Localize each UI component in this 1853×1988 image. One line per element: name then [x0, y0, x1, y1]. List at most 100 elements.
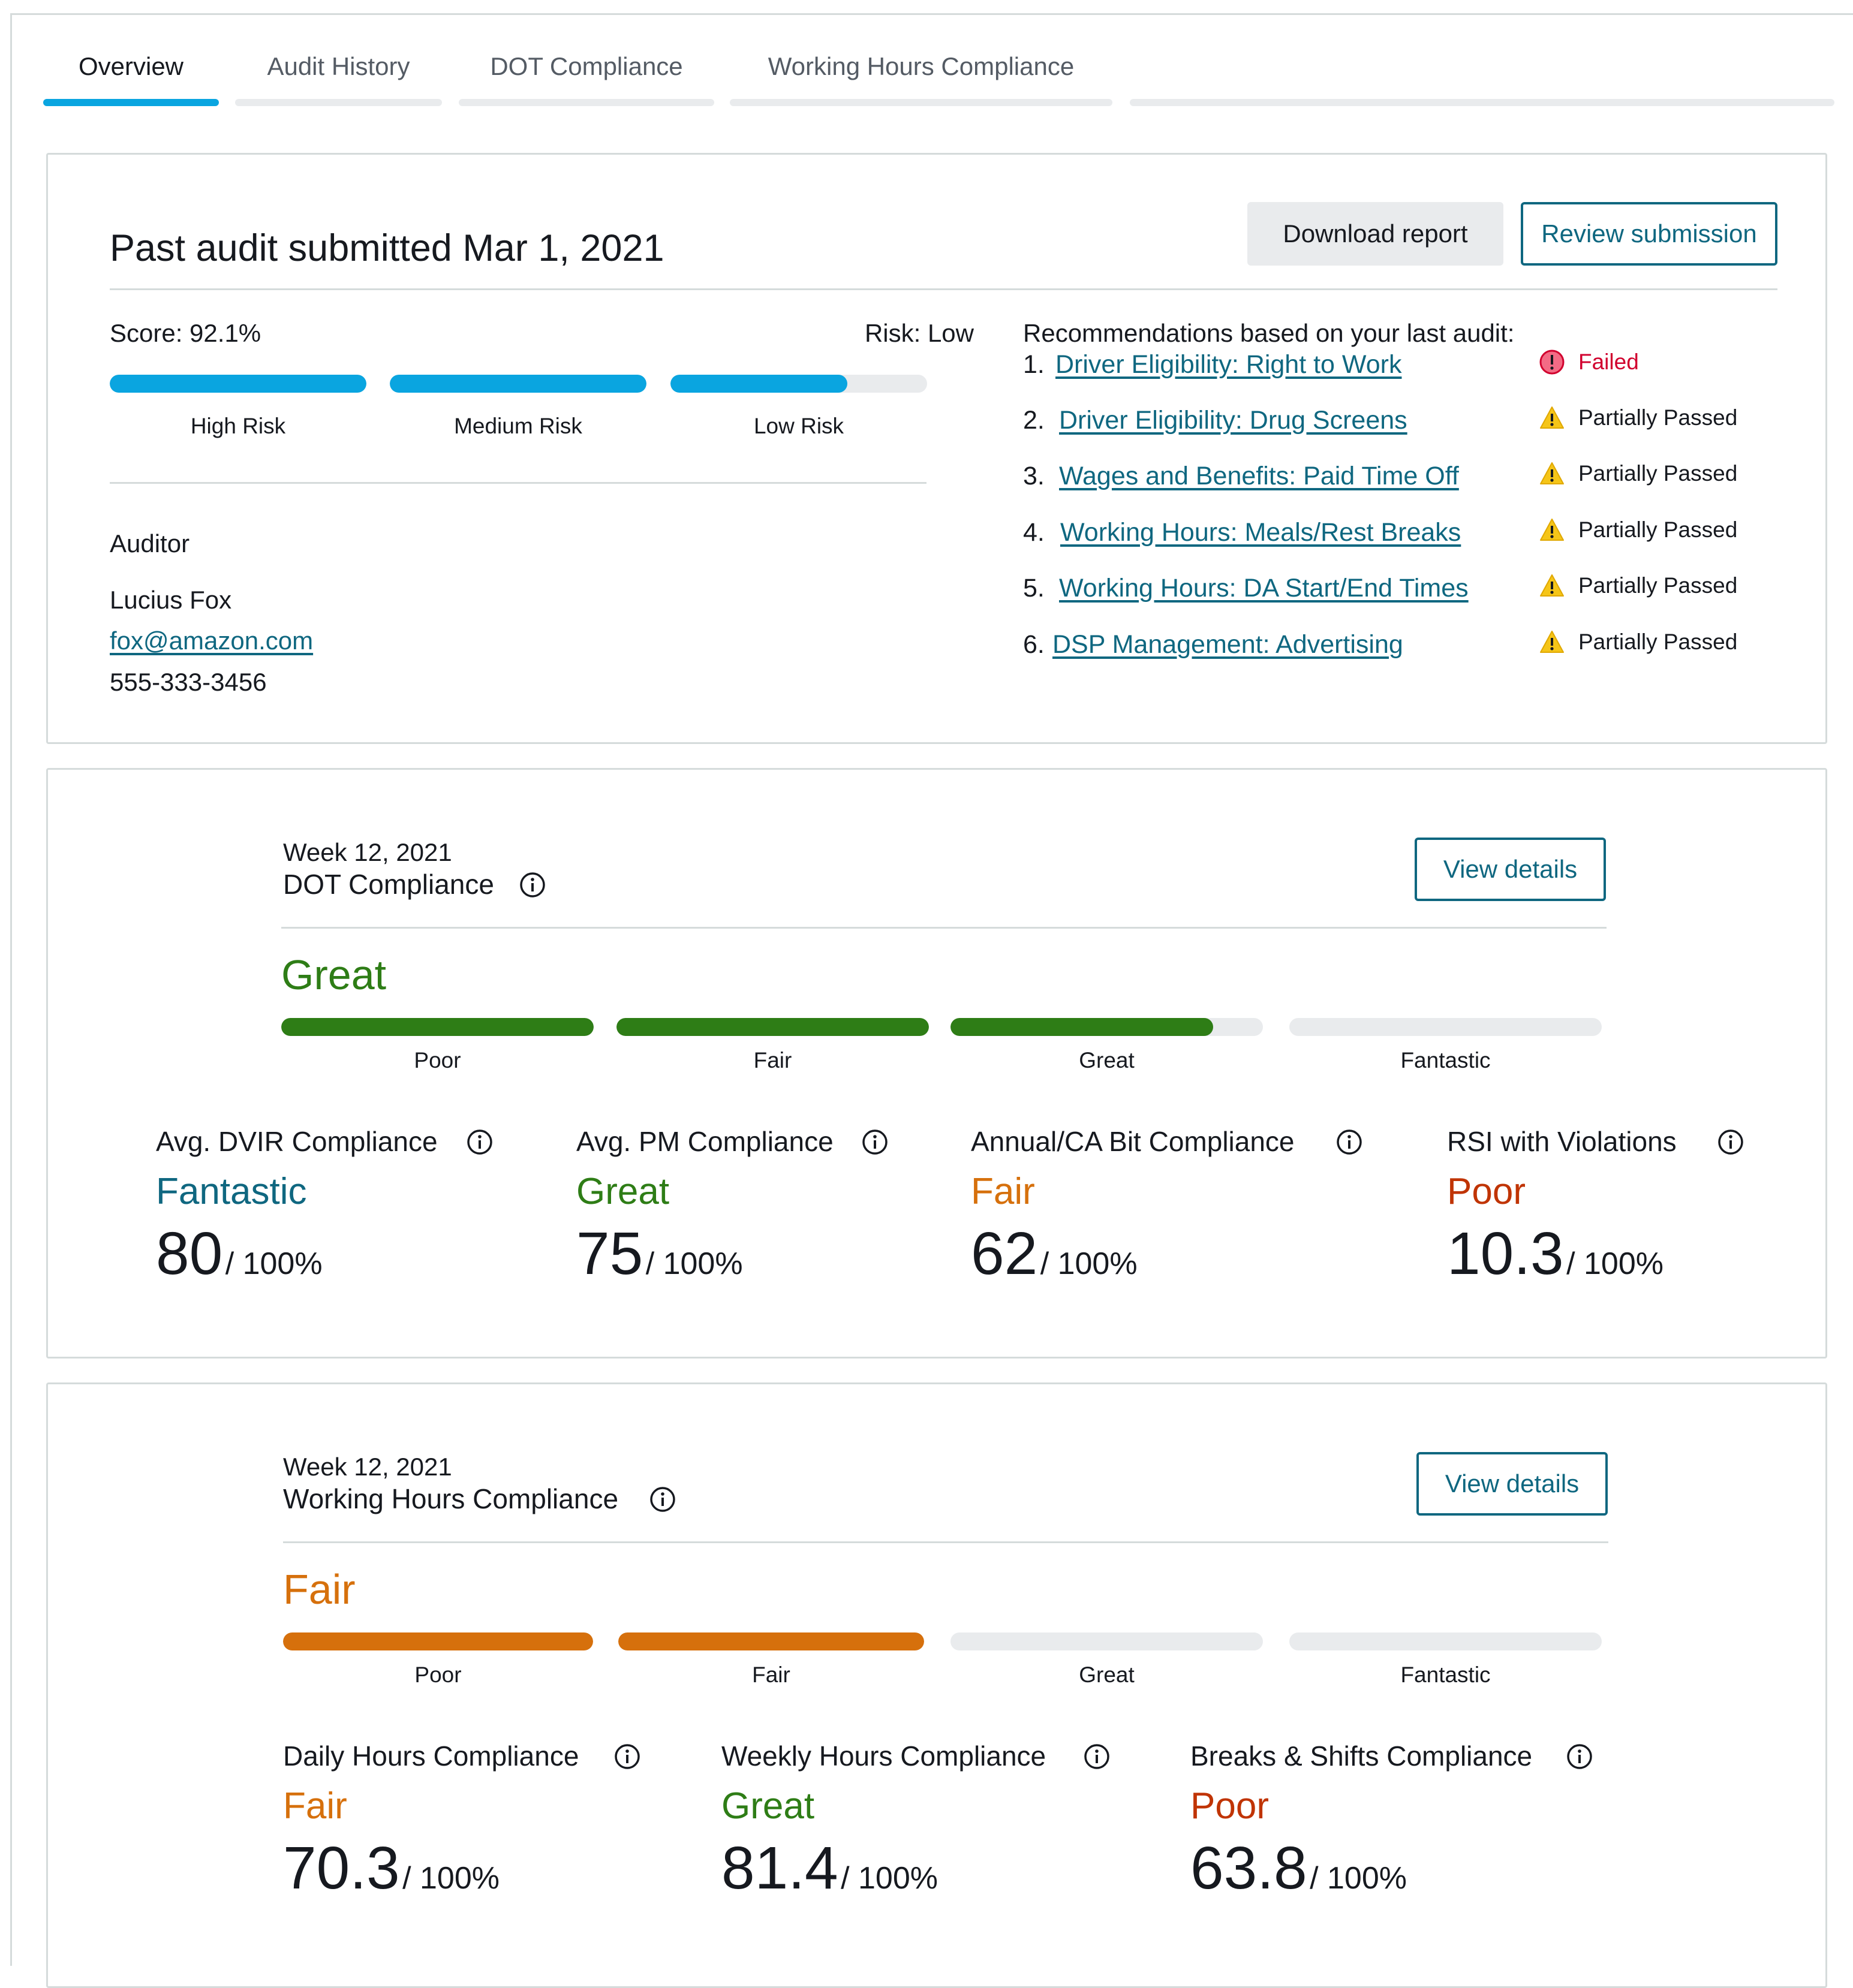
working-hours-card: Week 12, 2021 Working Hours Compliance V…: [46, 1382, 1827, 1988]
recommendation-number: 5.: [1023, 574, 1045, 603]
dot-tier-label-great: Great: [1079, 1048, 1135, 1073]
dot-tier-bar-poor-fill: [281, 1018, 594, 1036]
hours-view-details-button[interactable]: View details: [1416, 1452, 1608, 1516]
auditor-email[interactable]: fox@amazon.com: [110, 626, 313, 655]
metric-value-suffix: / 100%: [1310, 1861, 1407, 1896]
hours-tier-bar-poor-fill: [283, 1632, 593, 1650]
recommendation-link[interactable]: Driver Eligibility: Right to Work: [1055, 350, 1401, 379]
metric-value-number: 81.4: [721, 1835, 838, 1902]
tab-working-hours-compliance[interactable]: Working Hours Compliance: [730, 15, 1112, 120]
recommendations-heading: Recommendations based on your last audit…: [1023, 319, 1515, 347]
tab-audit-history[interactable]: Audit History: [235, 15, 442, 120]
hours-tier-label-poor: Poor: [414, 1662, 462, 1687]
recommendation-link[interactable]: Wages and Benefits: Paid Time Off: [1059, 462, 1459, 491]
hours-tier-bar-fair-fill: [618, 1632, 924, 1650]
hours-metric-title: Breaks & Shifts Compliance: [1190, 1740, 1533, 1772]
info-icon[interactable]: [467, 1129, 493, 1155]
info-icon[interactable]: [862, 1129, 888, 1155]
recommendation-link[interactable]: DSP Management: Advertising: [1052, 630, 1403, 659]
recommendation-status-text: Partially Passed: [1578, 573, 1738, 598]
recommendation-number: 6.: [1023, 630, 1045, 659]
dot-tier-bar-great-fill: [950, 1018, 1213, 1036]
dot-metric-title: Avg. DVIR Compliance: [156, 1126, 438, 1157]
dot-info-icon[interactable]: [519, 872, 546, 898]
error-icon: [1539, 350, 1565, 375]
hours-info-icon[interactable]: [649, 1486, 676, 1513]
recommendation-number: 3.: [1023, 462, 1045, 490]
warning-icon: [1540, 574, 1564, 597]
audit-title: Past audit submitted Mar 1, 2021: [110, 227, 664, 269]
dot-divider: [281, 927, 1607, 929]
dot-tier-label-poor: Poor: [414, 1048, 461, 1073]
recommendation-status: Partially Passed: [1539, 573, 1737, 599]
hours-metric-rating: Fair: [283, 1785, 347, 1827]
recommendation-status-text: Failed: [1578, 350, 1639, 374]
tab-dot-compliance[interactable]: DOT Compliance: [459, 15, 714, 120]
hours-tier-label-fair: Fair: [752, 1662, 790, 1687]
hours-week: Week 12, 2021: [283, 1453, 452, 1481]
metric-value-suffix: / 100%: [645, 1246, 743, 1281]
risk-divider: [110, 482, 927, 484]
download-report-button[interactable]: Download report: [1247, 202, 1503, 266]
recommendation-status-text: Partially Passed: [1578, 517, 1738, 542]
score-text: Score: 92.1%: [110, 319, 261, 347]
recommendation-status: Partially Passed: [1539, 517, 1737, 543]
hours-metric-value: 63.8 / 100%: [1190, 1834, 1407, 1903]
hours-tier-bar-fair: [618, 1632, 924, 1650]
audit-card: Past audit submitted Mar 1, 2021 Downloa…: [46, 153, 1827, 744]
recommendation-status-text: Partially Passed: [1578, 405, 1738, 430]
risk-bar-high: [110, 375, 366, 393]
dot-tier-label-fair: Fair: [753, 1048, 792, 1073]
hours-metric-value: 81.4 / 100%: [721, 1834, 938, 1903]
recommendation-link[interactable]: Driver Eligibility: Drug Screens: [1059, 406, 1407, 435]
auditor-email-link[interactable]: fox@amazon.com: [110, 626, 313, 655]
info-icon[interactable]: [1336, 1129, 1362, 1155]
dot-view-details-button[interactable]: View details: [1415, 838, 1606, 901]
auditor-heading: Auditor: [110, 529, 190, 558]
tab-overview[interactable]: Overview: [43, 15, 219, 120]
dot-tier-bar-poor: [281, 1018, 594, 1036]
hours-metric-title: Weekly Hours Compliance: [721, 1740, 1046, 1772]
dot-tier-bar-fantastic: [1289, 1018, 1602, 1036]
hours-tier-bar-fantastic: [1289, 1632, 1602, 1650]
dot-metric-rating: Poor: [1447, 1171, 1526, 1212]
dot-metric-title: Annual/CA Bit Compliance: [971, 1126, 1295, 1157]
review-submission-button[interactable]: Review submission: [1521, 202, 1777, 266]
dot-metric-value: 10.3 / 100%: [1447, 1219, 1664, 1288]
metric-value-number: 75: [576, 1220, 643, 1287]
hours-rating: Fair: [283, 1566, 356, 1613]
dot-tier-bar-great: [950, 1018, 1263, 1036]
info-icon[interactable]: [1717, 1129, 1744, 1155]
recommendation-number: 1.: [1023, 350, 1045, 379]
risk-bar-low-fill: [670, 375, 848, 393]
risk-text: Risk: Low: [864, 319, 974, 347]
tab-audit-history-underline: [235, 99, 442, 106]
recommendation-link[interactable]: Working Hours: DA Start/End Times: [1059, 574, 1469, 603]
recommendation-number: 2.: [1023, 406, 1045, 435]
info-icon[interactable]: [1084, 1743, 1110, 1770]
risk-label-high: High Risk: [190, 414, 286, 438]
hours-metric-rating: Poor: [1190, 1785, 1269, 1827]
recommendation-status: Failed: [1539, 349, 1639, 375]
tab-audit-history-label: Audit History: [267, 52, 410, 80]
risk-bar-medium: [390, 375, 646, 393]
warning-icon: [1540, 631, 1564, 653]
info-icon[interactable]: [1566, 1743, 1593, 1770]
metric-value-suffix: / 100%: [225, 1246, 323, 1281]
dot-metric-rating: Fair: [971, 1171, 1035, 1212]
auditor-name: Lucius Fox: [110, 586, 232, 614]
hours-metric-title: Daily Hours Compliance: [283, 1740, 579, 1772]
dot-rating: Great: [281, 951, 387, 998]
metric-value-suffix: / 100%: [402, 1861, 500, 1896]
info-icon[interactable]: [614, 1743, 640, 1770]
tab-working-hours-underline: [730, 99, 1112, 106]
recommendation-number: 4.: [1023, 518, 1045, 547]
recommendation-link[interactable]: Working Hours: Meals/Rest Breaks: [1060, 518, 1461, 547]
dot-metric-value: 75 / 100%: [576, 1219, 743, 1288]
hours-tier-bar-poor: [283, 1632, 593, 1650]
recommendation-status: Partially Passed: [1539, 405, 1737, 431]
dot-metric-title: RSI with Violations: [1447, 1126, 1677, 1157]
recommendation-status: Partially Passed: [1539, 460, 1737, 487]
hours-tier-label-fantastic: Fantastic: [1400, 1662, 1491, 1687]
metric-value-suffix: / 100%: [1566, 1246, 1664, 1281]
